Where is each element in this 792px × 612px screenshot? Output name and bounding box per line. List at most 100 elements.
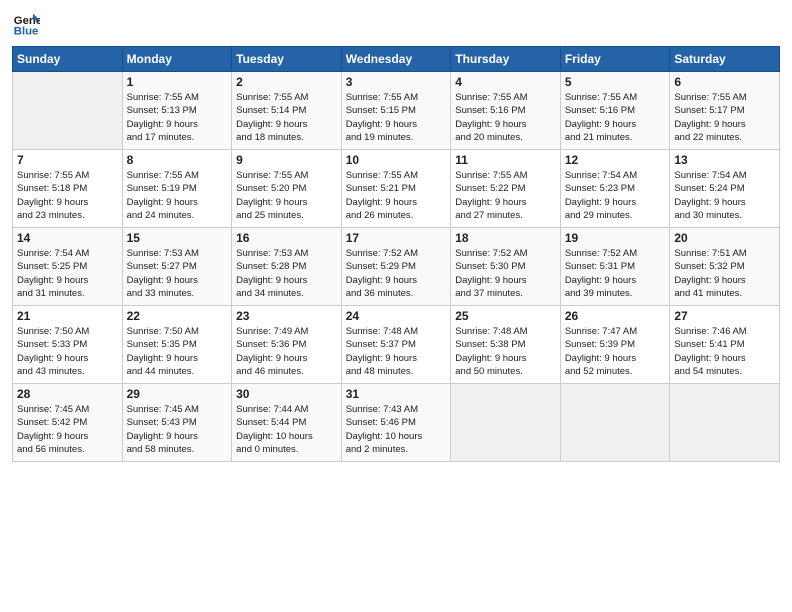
daylight-text: Daylight: 9 hours — [346, 196, 447, 209]
page-header: General Blue — [12, 10, 780, 38]
day-number: 15 — [127, 231, 228, 245]
calendar-cell — [451, 384, 561, 462]
daylight-text2: and 43 minutes. — [17, 365, 118, 378]
day-number: 5 — [565, 75, 666, 89]
daylight-text: Daylight: 9 hours — [455, 196, 556, 209]
day-number: 25 — [455, 309, 556, 323]
daylight-text: Daylight: 9 hours — [236, 196, 337, 209]
daylight-text: Daylight: 10 hours — [346, 430, 447, 443]
calendar-cell: 6 Sunrise: 7:55 AM Sunset: 5:17 PM Dayli… — [670, 72, 780, 150]
col-header-saturday: Saturday — [670, 47, 780, 72]
daylight-text: Daylight: 9 hours — [455, 352, 556, 365]
sunset-text: Sunset: 5:16 PM — [565, 104, 666, 117]
sunrise-text: Sunrise: 7:55 AM — [127, 169, 228, 182]
sunrise-text: Sunrise: 7:53 AM — [236, 247, 337, 260]
daylight-text2: and 18 minutes. — [236, 131, 337, 144]
sunrise-text: Sunrise: 7:47 AM — [565, 325, 666, 338]
day-number: 18 — [455, 231, 556, 245]
daylight-text: Daylight: 9 hours — [674, 274, 775, 287]
sunset-text: Sunset: 5:41 PM — [674, 338, 775, 351]
calendar-cell: 19 Sunrise: 7:52 AM Sunset: 5:31 PM Dayl… — [560, 228, 670, 306]
daylight-text2: and 46 minutes. — [236, 365, 337, 378]
sunset-text: Sunset: 5:32 PM — [674, 260, 775, 273]
day-number: 20 — [674, 231, 775, 245]
daylight-text: Daylight: 9 hours — [565, 352, 666, 365]
day-number: 26 — [565, 309, 666, 323]
daylight-text: Daylight: 9 hours — [455, 274, 556, 287]
day-number: 22 — [127, 309, 228, 323]
sunrise-text: Sunrise: 7:54 AM — [565, 169, 666, 182]
daylight-text2: and 26 minutes. — [346, 209, 447, 222]
day-number: 1 — [127, 75, 228, 89]
day-number: 17 — [346, 231, 447, 245]
sunrise-text: Sunrise: 7:55 AM — [565, 91, 666, 104]
calendar-cell: 12 Sunrise: 7:54 AM Sunset: 5:23 PM Dayl… — [560, 150, 670, 228]
sunset-text: Sunset: 5:15 PM — [346, 104, 447, 117]
sunrise-text: Sunrise: 7:55 AM — [455, 91, 556, 104]
daylight-text2: and 37 minutes. — [455, 287, 556, 300]
daylight-text: Daylight: 9 hours — [674, 196, 775, 209]
day-number: 14 — [17, 231, 118, 245]
calendar-cell: 20 Sunrise: 7:51 AM Sunset: 5:32 PM Dayl… — [670, 228, 780, 306]
day-number: 10 — [346, 153, 447, 167]
sunrise-text: Sunrise: 7:52 AM — [565, 247, 666, 260]
daylight-text2: and 24 minutes. — [127, 209, 228, 222]
page-container: General Blue SundayMondayTuesdayWednesda… — [0, 0, 792, 612]
sunset-text: Sunset: 5:38 PM — [455, 338, 556, 351]
sunrise-text: Sunrise: 7:48 AM — [455, 325, 556, 338]
calendar-cell: 14 Sunrise: 7:54 AM Sunset: 5:25 PM Dayl… — [13, 228, 123, 306]
daylight-text2: and 58 minutes. — [127, 443, 228, 456]
daylight-text2: and 19 minutes. — [346, 131, 447, 144]
daylight-text2: and 34 minutes. — [236, 287, 337, 300]
day-number: 3 — [346, 75, 447, 89]
daylight-text: Daylight: 10 hours — [236, 430, 337, 443]
daylight-text: Daylight: 9 hours — [127, 118, 228, 131]
sunset-text: Sunset: 5:24 PM — [674, 182, 775, 195]
sunset-text: Sunset: 5:37 PM — [346, 338, 447, 351]
logo-icon: General Blue — [12, 10, 40, 38]
sunset-text: Sunset: 5:30 PM — [455, 260, 556, 273]
sunrise-text: Sunrise: 7:48 AM — [346, 325, 447, 338]
col-header-monday: Monday — [122, 47, 232, 72]
calendar-cell: 3 Sunrise: 7:55 AM Sunset: 5:15 PM Dayli… — [341, 72, 451, 150]
col-header-friday: Friday — [560, 47, 670, 72]
col-header-thursday: Thursday — [451, 47, 561, 72]
sunset-text: Sunset: 5:43 PM — [127, 416, 228, 429]
sunset-text: Sunset: 5:44 PM — [236, 416, 337, 429]
daylight-text2: and 39 minutes. — [565, 287, 666, 300]
sunset-text: Sunset: 5:14 PM — [236, 104, 337, 117]
daylight-text2: and 29 minutes. — [565, 209, 666, 222]
day-number: 23 — [236, 309, 337, 323]
calendar-cell: 25 Sunrise: 7:48 AM Sunset: 5:38 PM Dayl… — [451, 306, 561, 384]
sunset-text: Sunset: 5:20 PM — [236, 182, 337, 195]
col-header-wednesday: Wednesday — [341, 47, 451, 72]
sunset-text: Sunset: 5:13 PM — [127, 104, 228, 117]
calendar-cell: 15 Sunrise: 7:53 AM Sunset: 5:27 PM Dayl… — [122, 228, 232, 306]
sunrise-text: Sunrise: 7:55 AM — [127, 91, 228, 104]
daylight-text2: and 31 minutes. — [17, 287, 118, 300]
sunrise-text: Sunrise: 7:51 AM — [674, 247, 775, 260]
day-number: 31 — [346, 387, 447, 401]
day-number: 4 — [455, 75, 556, 89]
calendar-cell — [670, 384, 780, 462]
sunset-text: Sunset: 5:25 PM — [17, 260, 118, 273]
calendar-cell: 26 Sunrise: 7:47 AM Sunset: 5:39 PM Dayl… — [560, 306, 670, 384]
sunrise-text: Sunrise: 7:55 AM — [17, 169, 118, 182]
sunrise-text: Sunrise: 7:52 AM — [455, 247, 556, 260]
sunset-text: Sunset: 5:27 PM — [127, 260, 228, 273]
sunrise-text: Sunrise: 7:55 AM — [236, 91, 337, 104]
calendar-cell: 24 Sunrise: 7:48 AM Sunset: 5:37 PM Dayl… — [341, 306, 451, 384]
sunrise-text: Sunrise: 7:43 AM — [346, 403, 447, 416]
calendar-cell: 31 Sunrise: 7:43 AM Sunset: 5:46 PM Dayl… — [341, 384, 451, 462]
calendar-cell: 11 Sunrise: 7:55 AM Sunset: 5:22 PM Dayl… — [451, 150, 561, 228]
day-number: 8 — [127, 153, 228, 167]
calendar-cell: 29 Sunrise: 7:45 AM Sunset: 5:43 PM Dayl… — [122, 384, 232, 462]
daylight-text: Daylight: 9 hours — [127, 352, 228, 365]
daylight-text2: and 44 minutes. — [127, 365, 228, 378]
daylight-text2: and 36 minutes. — [346, 287, 447, 300]
sunset-text: Sunset: 5:29 PM — [346, 260, 447, 273]
calendar-cell: 5 Sunrise: 7:55 AM Sunset: 5:16 PM Dayli… — [560, 72, 670, 150]
calendar-week-5: 28 Sunrise: 7:45 AM Sunset: 5:42 PM Dayl… — [13, 384, 780, 462]
calendar-cell: 16 Sunrise: 7:53 AM Sunset: 5:28 PM Dayl… — [232, 228, 342, 306]
daylight-text2: and 48 minutes. — [346, 365, 447, 378]
